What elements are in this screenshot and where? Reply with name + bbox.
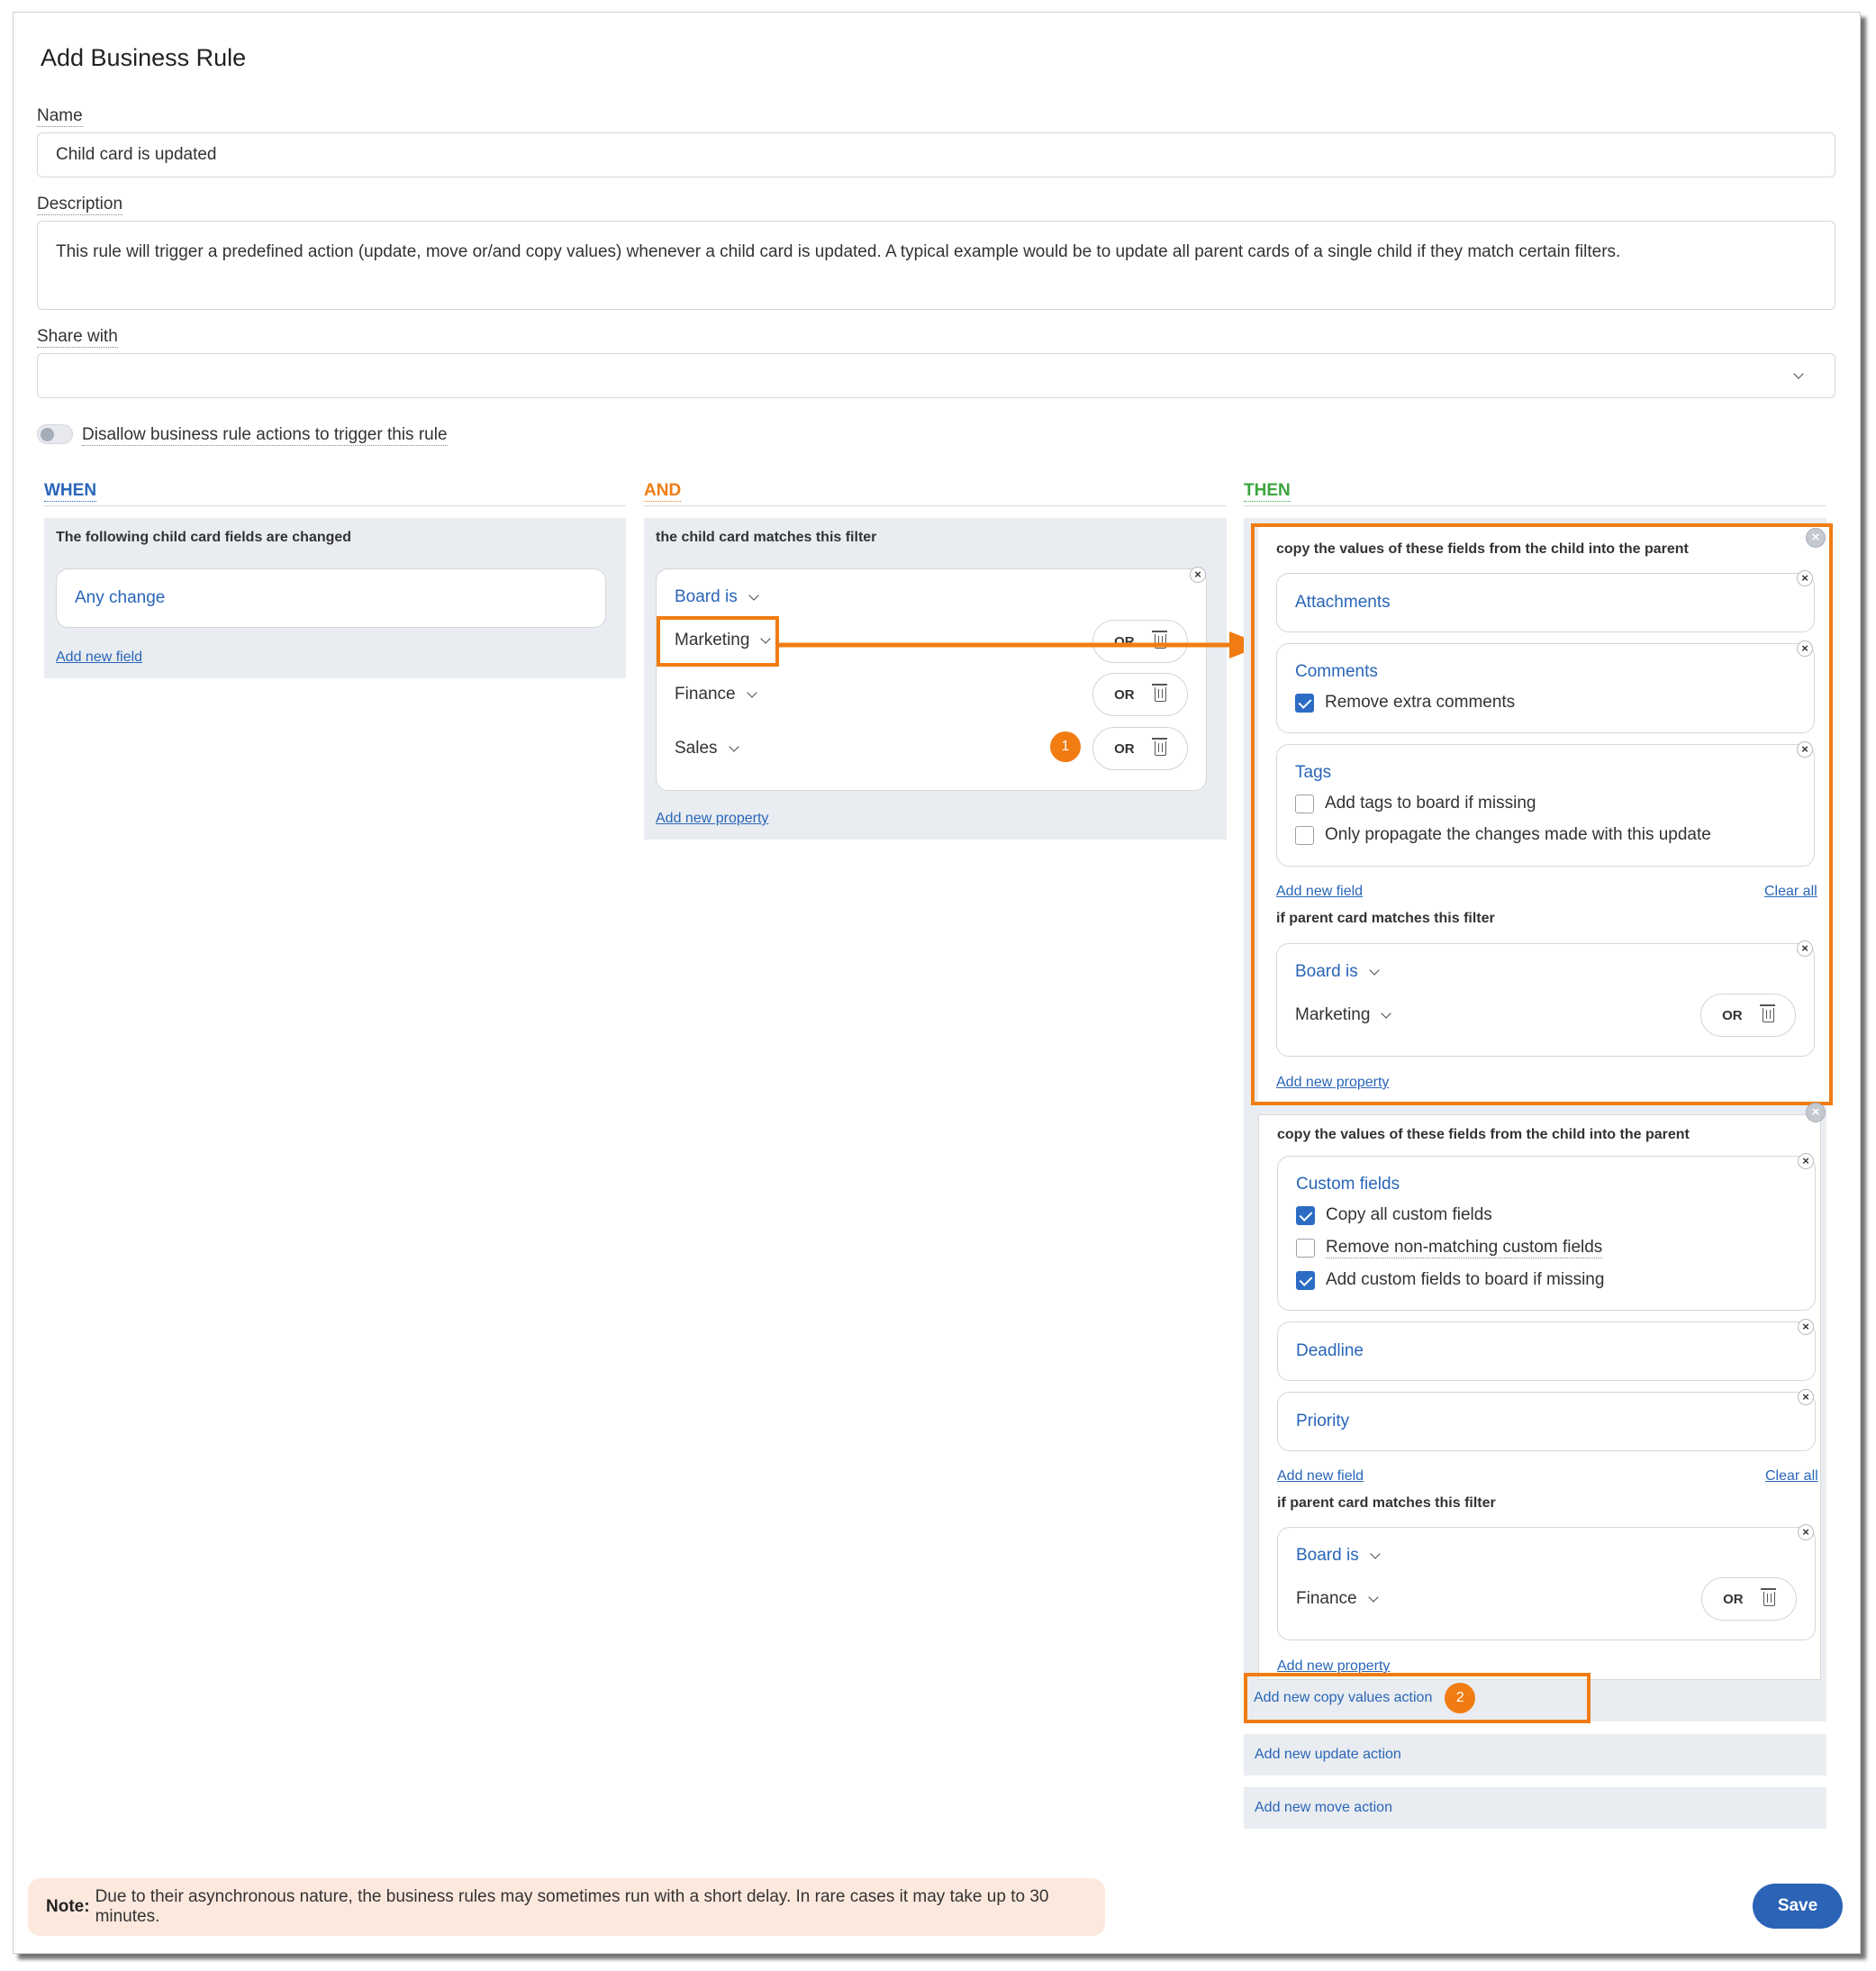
remove-non-matching-option[interactable]: Remove non-matching custom fields [1296, 1238, 1603, 1258]
note-text: Due to their asynchronous nature, the bu… [95, 1887, 1049, 1926]
when-panel: The following child card fields are chan… [44, 518, 626, 678]
chevron-down-icon [746, 686, 757, 698]
then-divider [1244, 505, 1826, 506]
option-label: Add custom fields to board if missing [1326, 1270, 1605, 1289]
and-value-label: Finance [675, 685, 736, 704]
add-move-action[interactable]: Add new move action [1244, 1787, 1826, 1829]
checkbox-unchecked[interactable] [1296, 1239, 1315, 1258]
option-label: Copy all custom fields [1326, 1205, 1492, 1224]
trash-icon[interactable] [1760, 1588, 1776, 1606]
chevron-down-icon [728, 740, 739, 752]
chevron-down-icon [748, 589, 759, 601]
name-value: Child card is updated [56, 145, 217, 164]
chevron-down-icon [1793, 368, 1804, 379]
and-panel: the child card matches this filter × Boa… [644, 518, 1227, 840]
chevron-down-icon [1370, 1548, 1381, 1559]
parent-value-dropdown[interactable]: Finance [1296, 1589, 1379, 1609]
action-1-highlight [1251, 523, 1833, 1105]
save-button[interactable]: Save [1753, 1884, 1843, 1929]
and-caption: the child card matches this filter [656, 530, 877, 545]
name-label: Name [37, 106, 83, 127]
close-icon[interactable]: × [1798, 1153, 1814, 1169]
close-icon[interactable]: × [1798, 1319, 1814, 1335]
clear-all-link[interactable]: Clear all [1765, 1468, 1818, 1485]
any-change-field[interactable]: Any change [56, 568, 606, 628]
and-heading: AND [644, 481, 682, 502]
and-divider [644, 505, 1227, 506]
and-add-property-link[interactable]: Add new property [656, 811, 768, 827]
field-title[interactable]: Deadline [1296, 1341, 1364, 1361]
and-filter-card: × Board is Marketing OR Finance OR Sales… [656, 567, 1207, 791]
description-label: Description [37, 195, 123, 215]
property-label: Board is [1296, 1546, 1359, 1565]
when-heading: WHEN [44, 481, 97, 502]
parent-property-dropdown[interactable]: Board is [1296, 1546, 1381, 1566]
close-icon[interactable]: × [1798, 1524, 1814, 1540]
and-value-finance[interactable]: Finance [675, 685, 757, 704]
checkbox-checked[interactable] [1296, 1270, 1315, 1290]
arrow-icon [779, 631, 1264, 659]
marketing-highlight [657, 616, 779, 667]
close-icon[interactable]: × [1806, 528, 1826, 548]
step-badge-1: 1 [1050, 731, 1081, 762]
or-group: OR [1701, 1577, 1797, 1621]
share-select[interactable] [37, 353, 1835, 398]
any-change-label: Any change [75, 588, 166, 607]
when-add-field-link[interactable]: Add new field [56, 649, 142, 666]
trash-icon[interactable] [1151, 738, 1167, 756]
dialog-title: Add Business Rule [41, 44, 247, 71]
name-input[interactable]: Child card is updated [37, 132, 1835, 177]
note-bold: Note: [46, 1897, 90, 1916]
parent-filter-card: Board is Finance OR × [1277, 1524, 1816, 1640]
add-move-label: Add new move action [1255, 1800, 1392, 1815]
when-divider [44, 505, 626, 506]
or-button[interactable]: OR [1114, 741, 1135, 757]
disallow-toggle[interactable] [37, 424, 73, 444]
add-update-action[interactable]: Add new update action [1244, 1734, 1826, 1776]
or-button[interactable]: OR [1723, 1592, 1744, 1607]
or-button[interactable]: OR [1114, 687, 1135, 703]
checkbox-checked[interactable] [1296, 1205, 1315, 1225]
field-card-deadline: Deadline × [1277, 1319, 1816, 1381]
share-label: Share with [37, 327, 118, 348]
action-caption: copy the values of these fields from the… [1277, 1127, 1690, 1142]
trash-icon[interactable] [1151, 684, 1167, 702]
when-caption: The following child card fields are chan… [56, 530, 352, 545]
close-icon[interactable]: × [1798, 1389, 1814, 1405]
and-property-dropdown[interactable]: Board is [675, 587, 759, 607]
field-title[interactable]: Priority [1296, 1412, 1349, 1431]
then-heading: THEN [1244, 481, 1291, 502]
description-input[interactable]: This rule will trigger a predefined acti… [37, 221, 1835, 310]
and-value-label: Sales [675, 739, 718, 758]
copy-action-highlight [1244, 1673, 1591, 1723]
add-update-label: Add new update action [1255, 1747, 1401, 1762]
note-banner: Note: Due to their asynchronous nature, … [28, 1878, 1105, 1936]
field-card-priority: Priority × [1277, 1389, 1816, 1451]
field-card-custom-fields: Custom fields Copy all custom fields Rem… [1277, 1153, 1816, 1311]
description-value: This rule will trigger a predefined acti… [56, 242, 1621, 261]
chevron-down-icon [1367, 1591, 1379, 1603]
field-title[interactable]: Custom fields [1296, 1175, 1400, 1194]
option-label: Remove non-matching custom fields [1326, 1238, 1603, 1258]
and-value-sales[interactable]: Sales [675, 739, 739, 758]
close-icon[interactable]: × [1806, 1103, 1826, 1122]
add-field-link[interactable]: Add new field [1277, 1468, 1364, 1485]
value-label: Finance [1296, 1589, 1357, 1608]
copy-action-2: copy the values of these fields from the… [1258, 1114, 1821, 1680]
toggle-label: Disallow business rule actions to trigge… [82, 425, 448, 446]
close-icon[interactable]: × [1190, 567, 1206, 583]
copy-all-custom-fields-option[interactable]: Copy all custom fields [1296, 1205, 1492, 1225]
and-property-label: Board is [675, 587, 738, 606]
business-rule-dialog: Add Business Rule Name Child card is upd… [13, 12, 1861, 1954]
add-custom-fields-option[interactable]: Add custom fields to board if missing [1296, 1270, 1604, 1290]
or-group-3: OR [1092, 727, 1188, 770]
filter-caption: if parent card matches this filter [1277, 1495, 1496, 1511]
or-group-2: OR [1092, 673, 1188, 716]
